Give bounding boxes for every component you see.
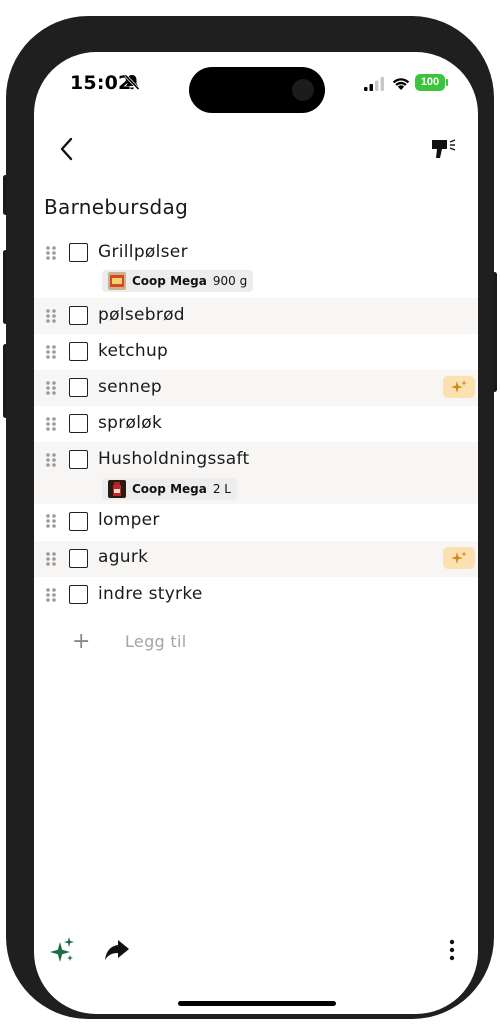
paint-brush-icon[interactable] — [430, 136, 458, 162]
battery-indicator: 100 — [415, 74, 445, 91]
ai-suggestion-badge[interactable] — [443, 376, 475, 398]
phone-frame: 15:02 100 Barnebursdag Grillpølser Coop … — [6, 16, 494, 1019]
item-checkbox[interactable] — [69, 549, 88, 568]
sparkles-icon — [451, 380, 467, 393]
item-label: Husholdningssaft — [98, 449, 250, 469]
item-label: pølsebrød — [98, 305, 185, 325]
item-label: indre styrke — [98, 584, 203, 604]
add-item-input[interactable]: Legg til — [125, 632, 186, 651]
drag-handle-icon[interactable] — [45, 551, 57, 567]
list-item[interactable]: agurk — [34, 541, 478, 577]
offer-store: Coop Mega — [132, 482, 207, 496]
offer-store: Coop Mega — [132, 274, 207, 288]
drag-handle-icon[interactable] — [45, 587, 57, 603]
item-checkbox[interactable] — [69, 450, 88, 469]
home-indicator[interactable] — [178, 1001, 336, 1006]
sparkles-icon — [451, 551, 467, 564]
more-vertical-icon[interactable] — [445, 938, 459, 962]
item-checkbox[interactable] — [69, 243, 88, 262]
list-title: Barnebursdag — [44, 195, 189, 219]
item-label: ketchup — [98, 341, 169, 361]
drag-handle-icon[interactable] — [45, 416, 57, 432]
battery-tip — [446, 79, 448, 86]
screen: 15:02 100 Barnebursdag Grillpølser Coop … — [34, 52, 478, 1014]
list-item[interactable]: Grillpølser Coop Mega 900 g — [34, 236, 478, 298]
item-checkbox[interactable] — [69, 414, 88, 433]
offer-size: 2 L — [212, 482, 231, 496]
drag-handle-icon[interactable] — [45, 308, 57, 324]
item-label: lomper — [98, 510, 160, 530]
drag-handle-icon[interactable] — [45, 344, 57, 360]
plus-icon[interactable]: + — [72, 629, 90, 654]
list-item[interactable]: Husholdningssaft Coop Mega 2 L — [34, 442, 478, 504]
drag-handle-icon[interactable] — [45, 380, 57, 396]
status-bar: 15:02 100 — [34, 52, 478, 116]
item-label: sennep — [98, 377, 162, 397]
item-checkbox[interactable] — [69, 342, 88, 361]
item-checkbox[interactable] — [69, 512, 88, 531]
list-item[interactable]: ketchup — [34, 334, 478, 370]
offer-chip[interactable]: Coop Mega 900 g — [102, 270, 254, 292]
camera — [292, 79, 314, 101]
offer-size: 900 g — [212, 274, 248, 288]
item-label: agurk — [98, 547, 149, 567]
drag-handle-icon[interactable] — [45, 452, 57, 468]
item-label: sprøløk — [98, 413, 163, 433]
list-item[interactable]: lomper — [34, 504, 478, 540]
back-chevron-icon[interactable] — [56, 135, 78, 163]
list-item[interactable]: sennep — [34, 370, 478, 406]
item-checkbox[interactable] — [69, 378, 88, 397]
share-arrow-icon[interactable] — [104, 939, 130, 961]
ai-suggestion-badge[interactable] — [443, 547, 475, 569]
product-thumbnail — [108, 480, 126, 498]
item-checkbox[interactable] — [69, 585, 88, 604]
add-item-row[interactable]: + Legg til — [34, 626, 478, 658]
bell-muted-icon — [124, 74, 140, 91]
drag-handle-icon[interactable] — [45, 245, 57, 261]
drag-handle-icon[interactable] — [45, 513, 57, 529]
list-item[interactable]: pølsebrød — [34, 298, 478, 334]
item-label: Grillpølser — [98, 242, 188, 262]
signal-icon — [364, 77, 384, 91]
offer-chip[interactable]: Coop Mega 2 L — [102, 478, 237, 500]
list-item[interactable]: indre styrke — [34, 577, 478, 613]
dynamic-island — [189, 67, 325, 113]
wifi-icon — [392, 78, 410, 90]
item-checkbox[interactable] — [69, 306, 88, 325]
product-thumbnail — [108, 272, 126, 290]
list-item[interactable]: sprøløk — [34, 406, 478, 442]
sparkles-icon[interactable] — [48, 936, 76, 964]
